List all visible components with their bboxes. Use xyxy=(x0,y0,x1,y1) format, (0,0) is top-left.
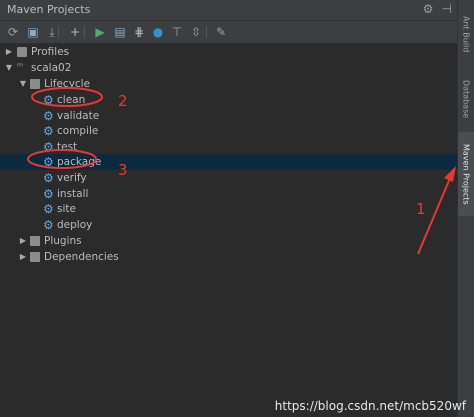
annotation-layer xyxy=(27,87,456,255)
annotation-number-1: 1 xyxy=(416,200,426,218)
annotation-ellipse-package xyxy=(27,149,97,169)
annotation-number-3: 3 xyxy=(118,161,128,179)
annotation-ellipse-clean xyxy=(31,87,103,107)
annotation-number-2: 2 xyxy=(118,92,128,110)
annotation-arrow-head xyxy=(444,166,456,182)
watermark-text: https://blog.csdn.net/mcb520wf xyxy=(274,399,466,413)
